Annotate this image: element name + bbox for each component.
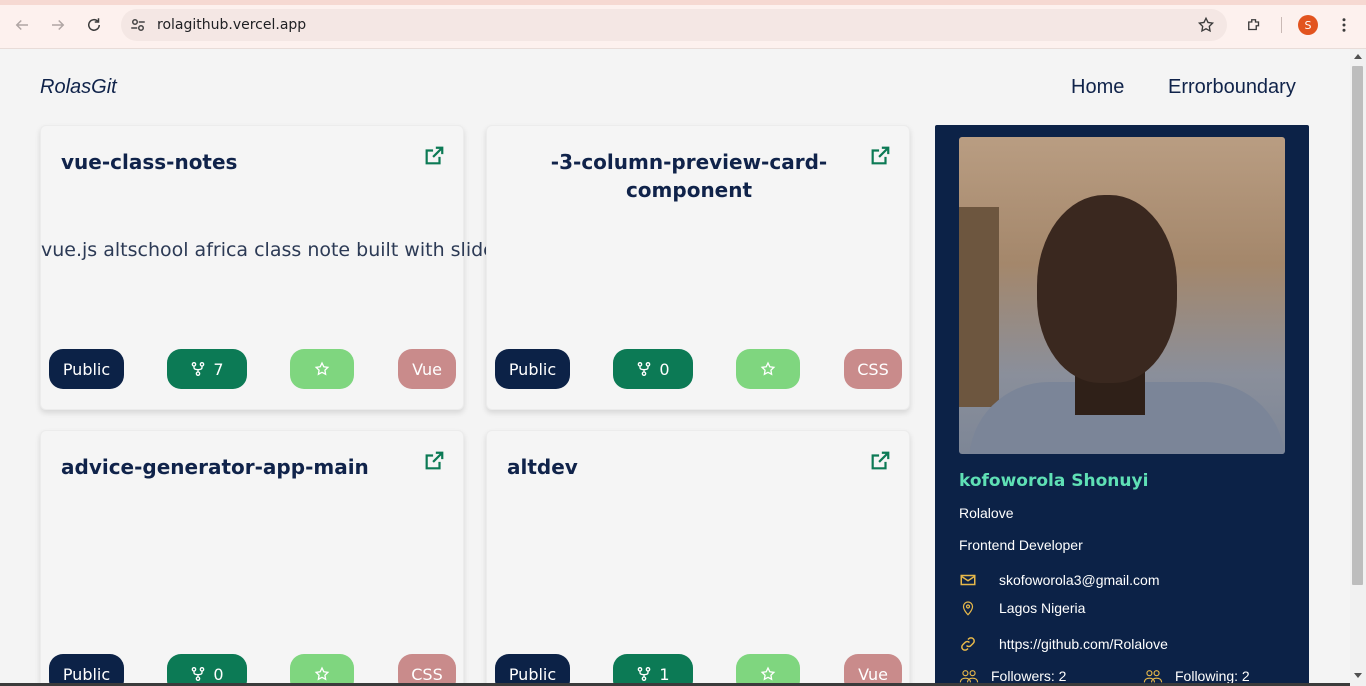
back-icon[interactable] (8, 11, 36, 39)
visibility-badge: Public (49, 654, 124, 683)
forks-badge: 0 (613, 349, 693, 389)
scroll-down-icon[interactable] (1354, 673, 1362, 678)
extensions-icon[interactable] (1240, 11, 1268, 39)
scrollbar-thumb[interactable] (1352, 66, 1363, 585)
star-icon (760, 666, 776, 681)
forks-count: 0 (659, 359, 670, 379)
language-badge: Vue (844, 654, 902, 683)
profile-location-row: Lagos Nigeria (959, 599, 1085, 617)
fork-icon (192, 667, 205, 681)
profile-email-row: skofoworola3@gmail.com (959, 571, 1160, 589)
language-badge: Vue (398, 349, 456, 389)
repo-title[interactable]: advice-generator-app-main (61, 453, 401, 481)
following-stat[interactable]: Following: 2 (1143, 668, 1250, 683)
profile-username: Rolalove (959, 505, 1014, 521)
forks-badge: 7 (167, 349, 247, 389)
repo-card[interactable]: vue-class-notes vue.js altschool africa … (40, 125, 507, 410)
site-settings-icon[interactable] (129, 16, 147, 34)
profile-link-row: https://github.com/Rolalove (959, 635, 1168, 653)
mail-icon (960, 574, 976, 586)
nav-home[interactable]: Home (1071, 76, 1124, 99)
reload-icon[interactable] (80, 11, 108, 39)
forks-badge: 1 (613, 654, 693, 683)
repo-title[interactable]: altdev (507, 453, 847, 481)
star-icon (760, 361, 776, 376)
browser-toolbar: rolagithub.vercel.app S (0, 0, 1366, 49)
external-link-icon[interactable] (423, 450, 445, 472)
profile-link[interactable]: https://github.com/Rolalove (999, 636, 1168, 652)
external-link-icon[interactable] (423, 145, 445, 167)
following-count: Following: 2 (1175, 668, 1250, 683)
scroll-up-icon[interactable] (1354, 54, 1362, 59)
star-button[interactable] (736, 349, 800, 389)
link-icon (961, 637, 975, 651)
profile-name: kofoworola Shonuyi (959, 471, 1149, 491)
page-viewport: RolasGit Home Errorboundary vue-class-no… (0, 49, 1350, 683)
photo-face (1037, 195, 1177, 383)
toolbar-divider (1281, 17, 1282, 33)
repo-card[interactable]: altdev Public 1 Vue (486, 430, 910, 683)
visibility-badge: Public (495, 654, 570, 683)
fork-icon (192, 362, 205, 376)
external-link-icon[interactable] (869, 145, 891, 167)
profile-avatar[interactable]: S (1298, 15, 1318, 35)
nav-errorboundary[interactable]: Errorboundary (1168, 76, 1296, 99)
repo-card[interactable]: -3-column-preview-card-component Public … (486, 125, 910, 410)
star-icon (314, 666, 330, 681)
photo-background-frame (959, 207, 999, 407)
star-button[interactable] (290, 349, 354, 389)
profile-card: kofoworola Shonuyi Rolalove Frontend Dev… (935, 125, 1309, 683)
star-button[interactable] (736, 654, 800, 683)
star-icon (314, 361, 330, 376)
repo-title[interactable]: -3-column-preview-card-component (539, 148, 839, 204)
tab-strip-edge (0, 0, 1366, 5)
menu-kebab-icon[interactable] (1330, 11, 1358, 39)
fork-icon (638, 667, 651, 681)
bookmark-star-icon[interactable] (1197, 16, 1215, 34)
address-bar[interactable]: rolagithub.vercel.app (121, 9, 1227, 41)
language-badge: CSS (398, 654, 456, 683)
visibility-badge: Public (495, 349, 570, 389)
profile-location: Lagos Nigeria (999, 600, 1086, 616)
external-link-icon[interactable] (869, 450, 891, 472)
repo-card[interactable]: advice-generator-app-main Public 0 CSS (40, 430, 464, 683)
star-button[interactable] (290, 654, 354, 683)
following-icon (1143, 670, 1163, 683)
forward-icon[interactable] (44, 11, 72, 39)
forks-count: 7 (213, 359, 224, 379)
location-pin-icon (962, 601, 974, 616)
followers-count: Followers: 2 (991, 668, 1067, 683)
profile-email[interactable]: skofoworola3@gmail.com (999, 572, 1160, 588)
forks-badge: 0 (167, 654, 247, 683)
repo-description: vue.js altschool africa class note built… (41, 239, 507, 261)
url-text[interactable]: rolagithub.vercel.app (157, 17, 306, 33)
language-badge: CSS (844, 349, 902, 389)
forks-count: 0 (213, 664, 224, 684)
page-scrollbar[interactable] (1350, 49, 1366, 686)
followers-stat[interactable]: Followers: 2 (959, 668, 1066, 683)
forks-count: 1 (659, 664, 670, 684)
followers-icon (959, 670, 979, 683)
fork-icon (638, 362, 651, 376)
visibility-badge: Public (49, 349, 124, 389)
repo-title[interactable]: vue-class-notes (61, 148, 401, 176)
profile-bio: Frontend Developer (959, 537, 1083, 553)
profile-photo (959, 137, 1285, 454)
site-brand[interactable]: RolasGit (40, 76, 117, 99)
